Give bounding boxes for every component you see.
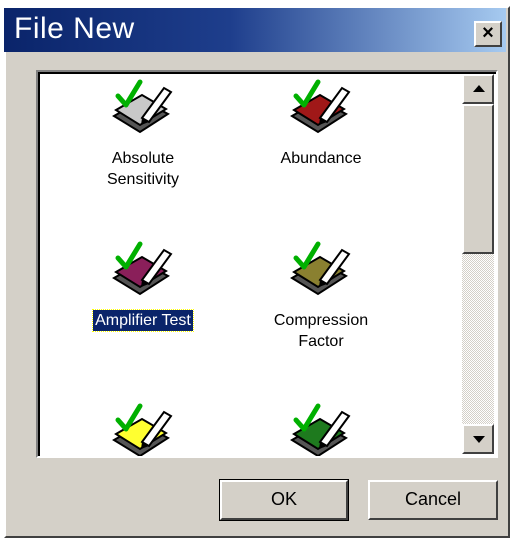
template-item-label: Compression Factor <box>273 312 369 350</box>
window-title: File New <box>14 12 135 45</box>
title-bar[interactable]: File New × <box>4 8 506 52</box>
template-list[interactable]: Absolute Sensitivity Abundance Amplifier… <box>36 70 498 458</box>
abundance-icon <box>290 79 351 134</box>
template-item-abundance[interactable]: Abundance <box>236 78 406 169</box>
compression-factor-icon <box>290 241 351 296</box>
scroll-up-button[interactable] <box>462 74 494 104</box>
close-button[interactable]: × <box>474 21 502 47</box>
template-item-label: Amplifier Test <box>92 309 194 332</box>
template-item-absolute-sensitivity[interactable]: Absolute Sensitivity <box>58 78 228 190</box>
green-test-icon <box>290 403 351 456</box>
absolute-sensitivity-icon <box>112 79 173 134</box>
template-item-label: Abundance <box>280 150 362 167</box>
amplifier-test-icon <box>112 241 173 296</box>
ok-button[interactable]: OK <box>219 479 349 521</box>
vertical-scrollbar[interactable] <box>462 74 494 454</box>
template-item-green[interactable] <box>236 402 406 456</box>
cancel-button[interactable]: Cancel <box>368 480 498 520</box>
up-arrow-icon <box>473 85 485 92</box>
scroll-down-button[interactable] <box>462 424 494 454</box>
yellow-test-icon <box>112 403 173 456</box>
down-arrow-icon <box>473 436 485 443</box>
template-item-yellow[interactable] <box>58 402 228 456</box>
template-item-amplifier-test[interactable]: Amplifier Test <box>58 240 228 332</box>
scroll-thumb[interactable] <box>462 104 494 254</box>
template-item-compression-factor[interactable]: Compression Factor <box>236 240 406 352</box>
template-item-label: Absolute Sensitivity <box>106 150 180 188</box>
